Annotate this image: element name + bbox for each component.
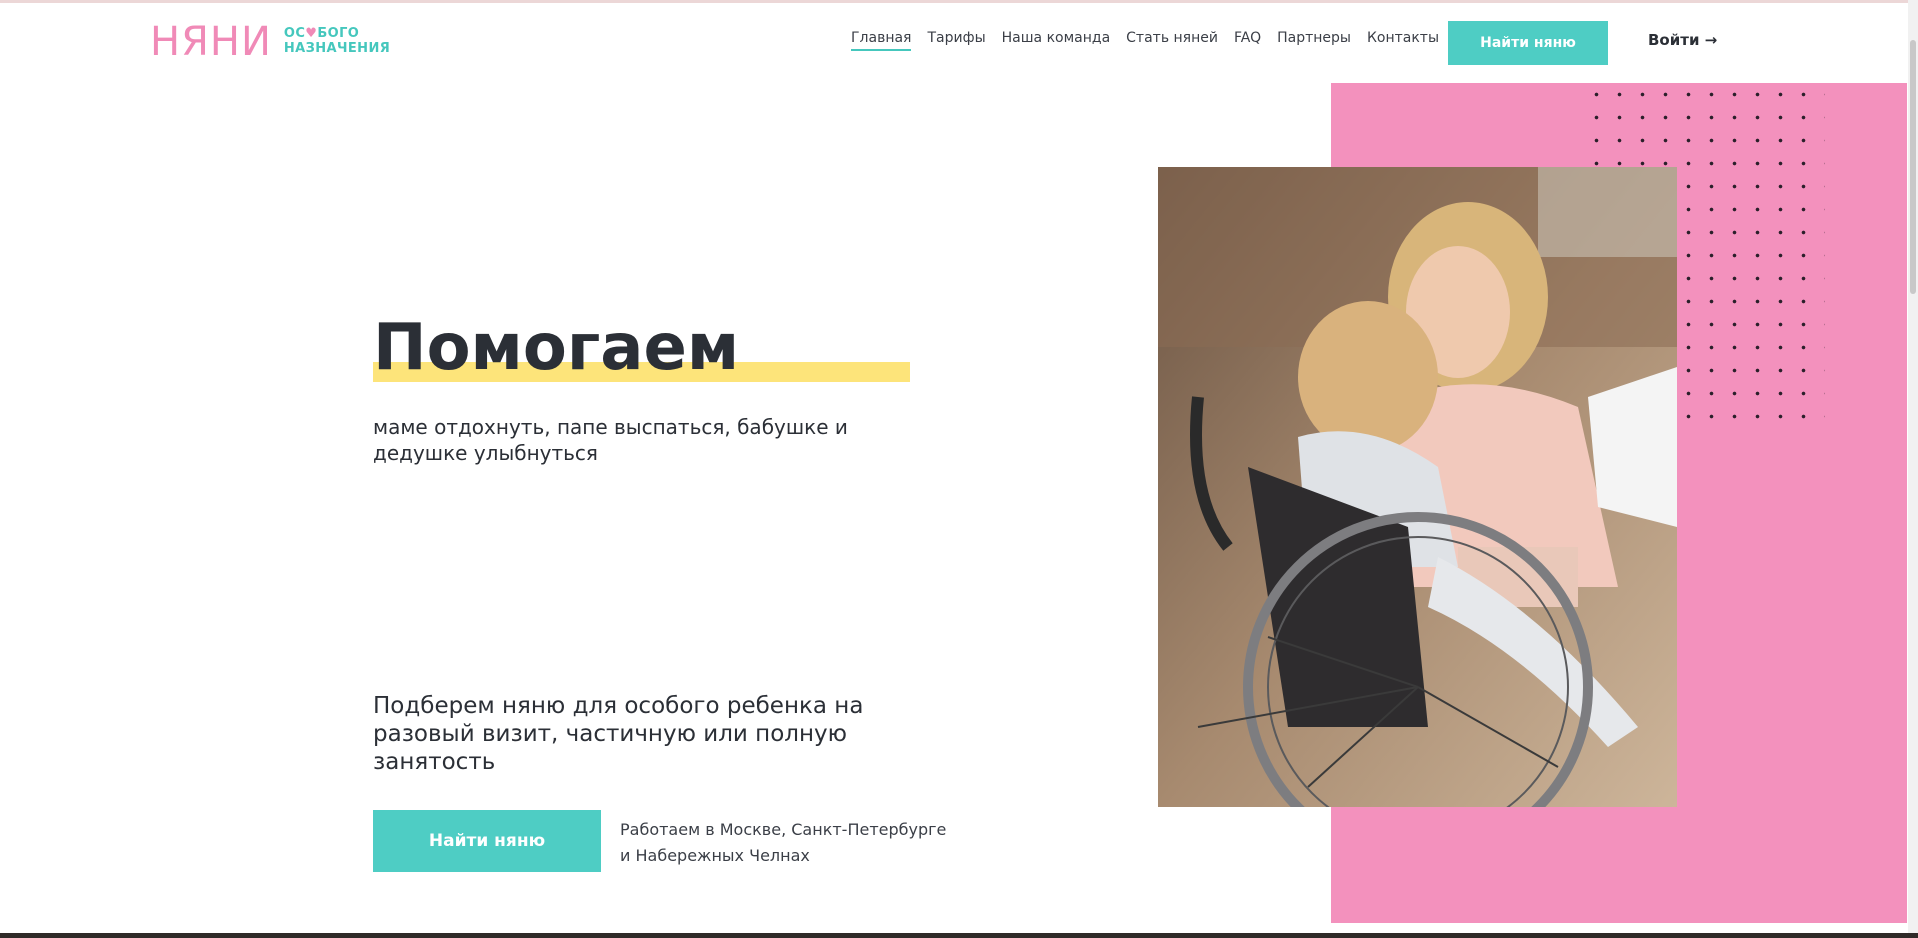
main-nav: Главная Тарифы Наша команда Стать няней …	[851, 30, 1455, 51]
login-link[interactable]: Войти →	[1648, 31, 1717, 49]
find-nanny-button[interactable]: Найти няню	[373, 810, 601, 872]
heart-icon: ♥	[305, 26, 318, 42]
hero-lead: Подберем няню для особого ребенка на раз…	[373, 693, 864, 775]
nav-item-become-nanny[interactable]: Стать няней	[1126, 30, 1218, 51]
hero-title: Помогаем	[373, 311, 740, 385]
header-find-nanny-button[interactable]: Найти няню	[1448, 21, 1608, 65]
bottom-border	[0, 933, 1918, 938]
nav-item-faq[interactable]: FAQ	[1234, 30, 1261, 51]
hero-photo	[1158, 167, 1677, 807]
hero-subtitle: маме отдохнуть, папе выспаться, бабушке …	[373, 415, 848, 465]
logo-sub-text: ОС♥БОГО НАЗНАЧЕНИЯ	[283, 26, 391, 56]
hero-title-block: Помогаем	[373, 312, 910, 384]
logo-main-text: НЯНИ	[150, 19, 272, 65]
nav-item-partners[interactable]: Партнеры	[1277, 30, 1351, 51]
nav-item-contacts[interactable]: Контакты	[1367, 30, 1439, 51]
scrollbar-thumb[interactable]	[1910, 40, 1916, 294]
site-logo[interactable]: НЯНИ ОС♥БОГО НАЗНАЧЕНИЯ	[150, 22, 390, 62]
nav-item-home[interactable]: Главная	[851, 30, 912, 51]
nav-item-team[interactable]: Наша команда	[1002, 30, 1111, 51]
cities-text: Работаем в Москве, Санкт-Петербурге и Наб…	[620, 820, 947, 865]
nav-item-tariffs[interactable]: Тарифы	[927, 30, 985, 51]
top-border	[0, 0, 1918, 3]
